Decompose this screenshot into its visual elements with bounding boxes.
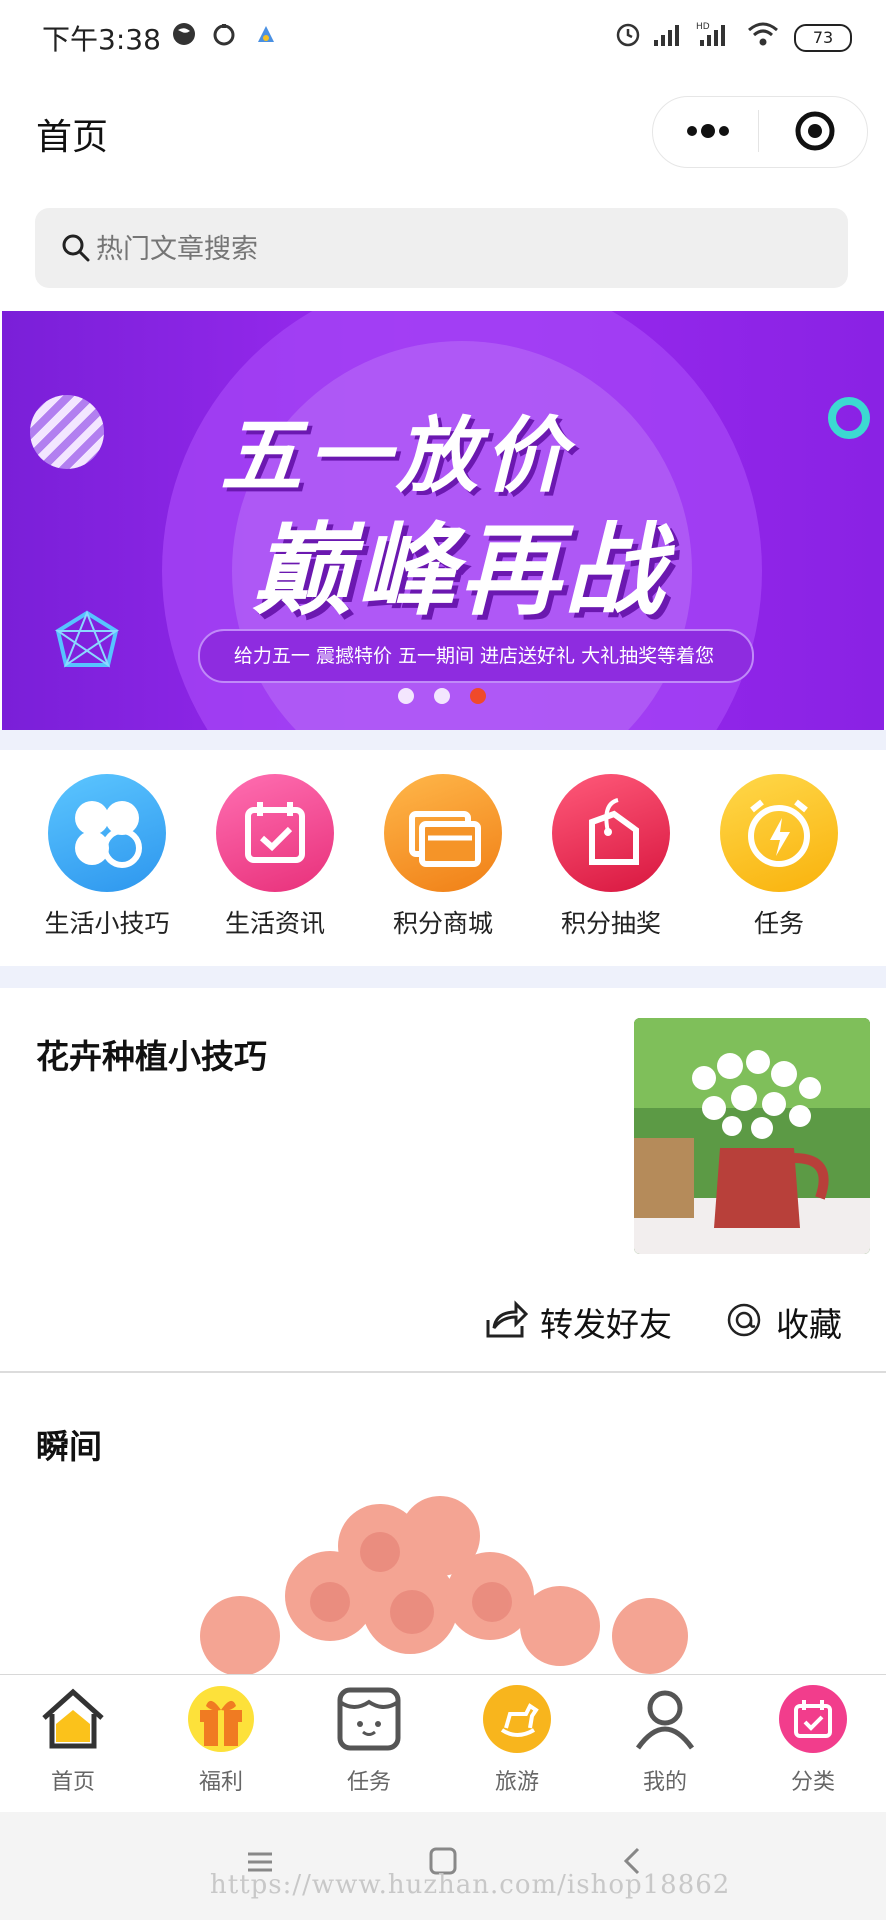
promo-banner[interactable]: 五一放价 巅峰再战 给力五一 震撼特价 五一期间 进店送好礼 大礼抽奖等着您 [2, 311, 884, 730]
shortcut-label: 积分抽奖 [560, 909, 661, 938]
cards-icon [384, 774, 502, 892]
section-separator [0, 966, 886, 988]
app-notification-icon [258, 26, 274, 42]
tab-welfare[interactable]: 福利 [160, 1684, 280, 1802]
banner-title-line2: 巅峰再战 [252, 512, 668, 629]
tab-label: 我的 [642, 1770, 687, 1795]
article-thumbnail[interactable] [634, 1018, 870, 1254]
calendar-check-icon [216, 774, 334, 892]
more-icon[interactable] [670, 104, 746, 158]
search-icon [62, 234, 90, 262]
watermark-text: https://www.huzhan.com/ishop18862 [210, 1870, 731, 1900]
section-separator [0, 730, 886, 750]
signal-icon [654, 25, 679, 46]
share-to-friends-button[interactable]: 转发好友 [484, 1294, 684, 1346]
alarm-clock-icon [213, 24, 235, 46]
wifi-icon [748, 22, 778, 46]
tab-label: 首页 [50, 1770, 95, 1795]
polyhedron-decor [54, 610, 120, 668]
hd-signal-icon: HD [696, 22, 725, 46]
pagination-dot[interactable] [398, 688, 414, 704]
shortcut-life-news[interactable]: 生活资讯 [190, 774, 340, 960]
tag-icon [552, 774, 670, 892]
alarm-bolt-icon [720, 774, 838, 892]
page-title: 首页 [36, 117, 109, 158]
shortcut-points-mall[interactable]: 积分商城 [358, 774, 508, 960]
gift-icon [188, 1686, 254, 1752]
task-face-icon [337, 1687, 401, 1751]
tab-tasks[interactable]: 任务 [308, 1684, 428, 1802]
banner-subtitle: 给力五一 震撼特价 五一期间 进店送好礼 大礼抽奖等着您 [233, 645, 715, 667]
search-input[interactable] [94, 228, 798, 270]
shortcut-label: 积分商城 [392, 909, 493, 938]
user-icon [635, 1690, 695, 1750]
striped-sphere-decor [30, 395, 104, 469]
tab-label: 分类 [790, 1770, 835, 1795]
clover-icon [48, 774, 166, 892]
shortcut-label: 任务 [753, 909, 804, 938]
pagination-dot-active[interactable] [470, 688, 486, 704]
favorite-icon [727, 1303, 761, 1337]
tab-label: 任务 [346, 1770, 391, 1795]
share-label: 转发好友 [540, 1305, 672, 1344]
shortcut-label: 生活资讯 [224, 909, 325, 938]
home-icon [42, 1688, 104, 1749]
battery-icon: 73 [794, 24, 852, 52]
tab-mine[interactable]: 我的 [604, 1684, 724, 1802]
capsule-divider [758, 110, 759, 152]
rocking-horse-icon [483, 1685, 551, 1753]
tab-label: 旅游 [494, 1770, 539, 1795]
article-title[interactable]: 花卉种植小技巧 [36, 1030, 267, 1078]
shortcut-life-tips[interactable]: 生活小技巧 [22, 774, 172, 960]
status-time: 下午3:38 [42, 23, 161, 56]
tab-label: 福利 [198, 1770, 243, 1795]
moment-image[interactable] [180, 1486, 730, 1676]
favorite-label: 收藏 [776, 1305, 842, 1344]
shortcut-points-lottery[interactable]: 积分抽奖 [526, 774, 676, 960]
calendar-icon [779, 1685, 847, 1753]
favorite-button[interactable]: 收藏 [726, 1294, 856, 1346]
alarm-icon [616, 23, 640, 47]
shortcut-tasks[interactable]: 任务 [694, 774, 844, 960]
target-icon[interactable] [780, 104, 850, 158]
card-divider [0, 1371, 886, 1373]
share-icon [486, 1300, 528, 1338]
ring-decor [828, 397, 870, 439]
pagination-dot[interactable] [434, 688, 450, 704]
globe-icon [173, 23, 195, 45]
tab-travel[interactable]: 旅游 [456, 1684, 576, 1802]
shortcut-label: 生活小技巧 [44, 909, 170, 938]
svg-text:HD: HD [696, 22, 710, 32]
tab-category[interactable]: 分类 [752, 1684, 872, 1802]
moment-title: 瞬间 [36, 1427, 102, 1466]
tab-home[interactable]: 首页 [12, 1684, 132, 1802]
